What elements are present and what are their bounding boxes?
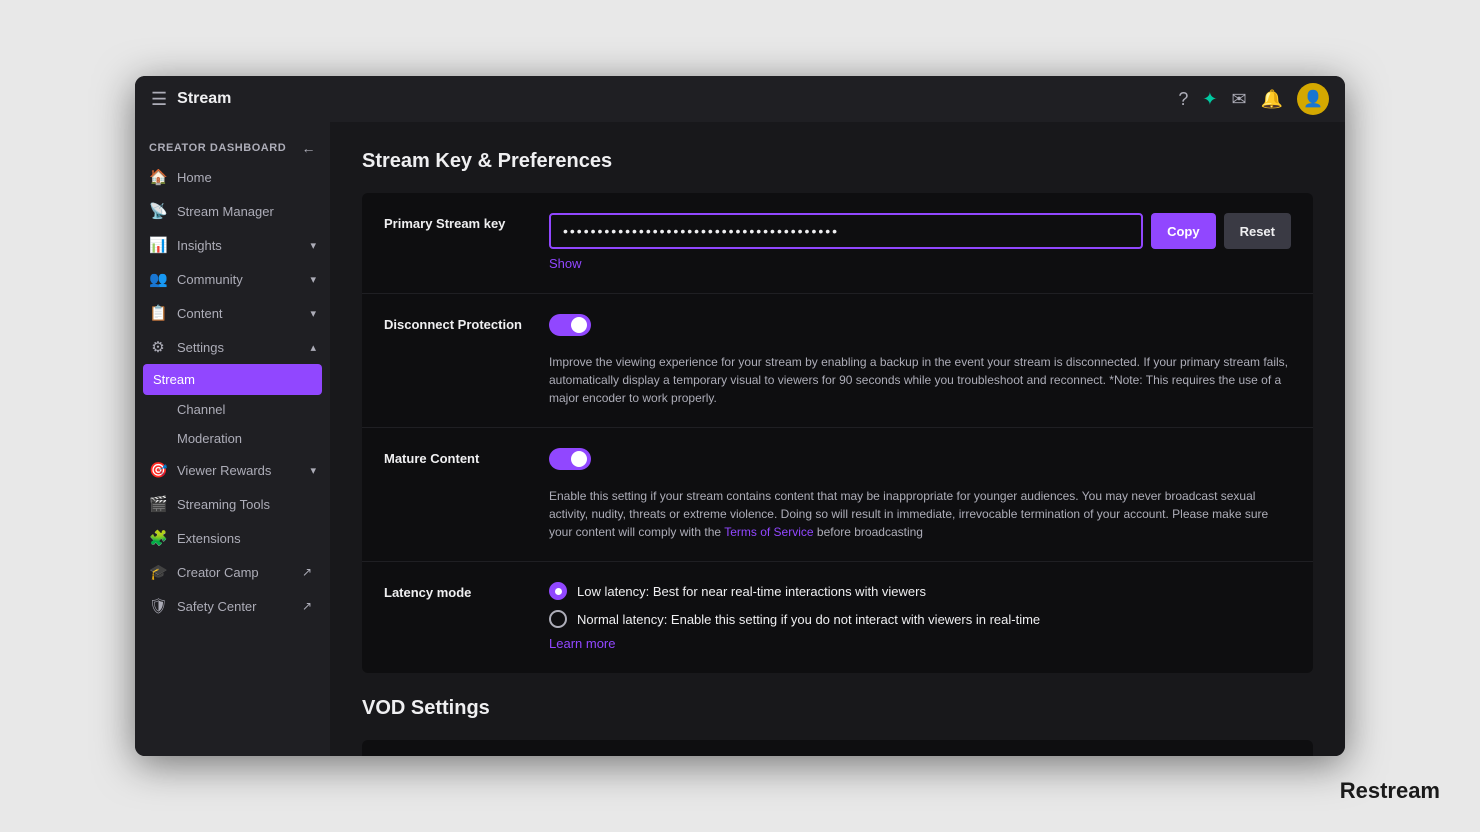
settings-icon: ⚙ (149, 338, 167, 356)
stream-key-control: Copy Reset Show (549, 213, 1291, 273)
mature-content-row: Mature Content Enable this setting if yo… (362, 428, 1313, 562)
content-icon: 📋 (149, 304, 167, 322)
content-area: Stream Key & Preferences Primary Stream … (330, 122, 1345, 756)
latency-normal-option[interactable]: Normal latency: Enable this setting if y… (549, 610, 1291, 628)
sidebar-section-label: CREATOR DASHBOARD ← (135, 134, 330, 160)
community-icon: 👥 (149, 270, 167, 288)
sidebar-subitem-stream[interactable]: Stream (143, 364, 322, 395)
restream-watermark: Restream (1340, 778, 1440, 804)
vod-settings-title: VOD Settings (362, 697, 1313, 720)
sidebar-item-settings[interactable]: ⚙ Settings ▴ (135, 330, 330, 364)
latency-mode-row: Latency mode Low latency: Best for near … (362, 562, 1313, 673)
content-chevron: ▾ (310, 307, 316, 320)
notification-icon[interactable]: 🔔 (1261, 89, 1283, 110)
stream-manager-icon: 📡 (149, 202, 167, 220)
mature-content-desc: Enable this setting if your stream conta… (549, 487, 1291, 541)
latency-low-option[interactable]: Low latency: Best for near real-time int… (549, 582, 1291, 600)
sidebar-item-community[interactable]: 👥 Community ▾ (135, 262, 330, 296)
sidebar-subitem-channel[interactable]: Channel (135, 395, 330, 424)
insights-icon: 📊 (149, 236, 167, 254)
avatar[interactable]: 👤 (1297, 83, 1329, 115)
sparkle-icon[interactable]: ✦ (1202, 89, 1217, 110)
viewer-rewards-icon: 🎯 (149, 461, 167, 479)
latency-low-radio[interactable] (549, 582, 567, 600)
sidebar-item-home[interactable]: 🏠 Home (135, 160, 330, 194)
latency-normal-radio[interactable] (549, 610, 567, 628)
latency-learn-more-link[interactable]: Learn more (549, 636, 615, 651)
disconnect-protection-desc: Improve the viewing experience for your … (549, 353, 1291, 407)
page-title: Stream Key & Preferences (362, 150, 1313, 173)
mature-content-control: Enable this setting if your stream conta… (549, 448, 1291, 541)
creator-camp-icon: 🎓 (149, 563, 167, 581)
streaming-tools-icon: 🎬 (149, 495, 167, 513)
viewer-rewards-chevron: ▾ (310, 464, 316, 477)
show-link[interactable]: Show (549, 256, 582, 271)
sidebar-item-content[interactable]: 📋 Content ▾ (135, 296, 330, 330)
latency-mode-control: Low latency: Best for near real-time int… (549, 582, 1291, 653)
titlebar-left: ☰ Stream (151, 89, 231, 110)
sidebar-item-creator-camp[interactable]: 🎓 Creator Camp ↗ (135, 555, 330, 589)
insights-chevron: ▾ (310, 239, 316, 252)
sidebar-item-viewer-rewards[interactable]: 🎯 Viewer Rewards ▾ (135, 453, 330, 487)
disconnect-protection-label: Disconnect Protection (384, 314, 549, 332)
reset-button[interactable]: Reset (1224, 213, 1291, 249)
extensions-icon: 🧩 (149, 529, 167, 547)
stream-key-row: Primary Stream key Copy Reset Show (362, 193, 1313, 294)
settings-chevron: ▴ (310, 341, 316, 354)
stream-key-label: Primary Stream key (384, 213, 549, 231)
stream-key-input[interactable] (549, 213, 1143, 249)
creator-camp-external-icon: ↗ (298, 565, 316, 579)
hamburger-icon[interactable]: ☰ (151, 89, 167, 110)
mail-icon[interactable]: ✉ (1231, 89, 1246, 110)
safety-center-icon: 🛡 (149, 597, 167, 615)
latency-radio-group: Low latency: Best for near real-time int… (549, 582, 1291, 628)
disconnect-protection-row: Disconnect Protection Improve the viewin… (362, 294, 1313, 428)
mature-content-label: Mature Content (384, 448, 549, 466)
community-chevron: ▾ (310, 273, 316, 286)
main-body: CREATOR DASHBOARD ← 🏠 Home 📡 Stream Mana… (135, 122, 1345, 756)
titlebar-right: ? ✦ ✉ 🔔 👤 (1178, 83, 1329, 115)
terms-of-service-link[interactable]: Terms of Service (724, 525, 813, 539)
titlebar: ☰ Stream ? ✦ ✉ 🔔 👤 (135, 76, 1345, 122)
stream-key-card: Primary Stream key Copy Reset Show Disco… (362, 193, 1313, 673)
sidebar-collapse-icon[interactable]: ← (301, 140, 316, 156)
sidebar-item-stream-manager[interactable]: 📡 Stream Manager (135, 194, 330, 228)
titlebar-title: Stream (177, 90, 231, 108)
stream-key-input-wrap: Copy Reset (549, 213, 1291, 249)
sidebar: CREATOR DASHBOARD ← 🏠 Home 📡 Stream Mana… (135, 122, 330, 756)
disconnect-protection-toggle[interactable] (549, 314, 591, 336)
home-icon: 🏠 (149, 168, 167, 186)
latency-mode-label: Latency mode (384, 582, 549, 600)
vod-settings-card: Store past broadcasts Automatically save… (362, 740, 1313, 756)
safety-center-external-icon: ↗ (298, 599, 316, 613)
help-icon[interactable]: ? (1178, 89, 1188, 110)
store-broadcasts-row: Store past broadcasts Automatically save… (362, 740, 1313, 756)
disconnect-protection-control: Improve the viewing experience for your … (549, 314, 1291, 407)
sidebar-item-streaming-tools[interactable]: 🎬 Streaming Tools (135, 487, 330, 521)
sidebar-item-safety-center[interactable]: 🛡 Safety Center ↗ (135, 589, 330, 623)
copy-button[interactable]: Copy (1151, 213, 1216, 249)
mature-content-toggle[interactable] (549, 448, 591, 470)
app-window: ☰ Stream ? ✦ ✉ 🔔 👤 CREATOR DASHBOARD ← 🏠… (135, 76, 1345, 756)
sidebar-subitem-moderation[interactable]: Moderation (135, 424, 330, 453)
sidebar-item-extensions[interactable]: 🧩 Extensions (135, 521, 330, 555)
sidebar-item-insights[interactable]: 📊 Insights ▾ (135, 228, 330, 262)
